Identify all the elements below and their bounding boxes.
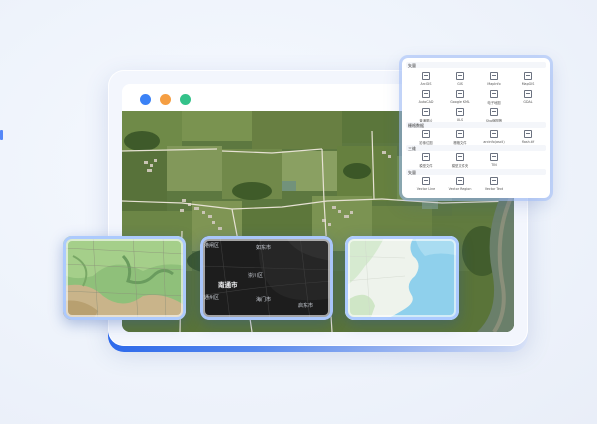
window-dot-blue[interactable] — [140, 94, 151, 105]
format-item-model-folder[interactable]: 模型文件夹 — [444, 153, 476, 168]
section-title-raster: 栅格数据 — [408, 123, 424, 128]
file-icon — [524, 90, 532, 98]
file-icon — [490, 153, 498, 161]
file-icon — [456, 72, 464, 80]
map-label: 启东市 — [298, 303, 314, 309]
folder-icon — [456, 177, 464, 185]
data-format-panel: 矢量 ArcGIS GIS MapInfo MapGIS AutoCAD Goo… — [402, 58, 550, 198]
section-title-vector-2: 矢量 — [408, 170, 416, 175]
format-item-mapinfo[interactable]: MapInfo — [478, 72, 510, 86]
file-icon — [456, 130, 464, 138]
section-band — [406, 122, 546, 128]
map-label: 如东市 — [256, 245, 272, 251]
file-icon — [422, 130, 430, 138]
format-item-gdal[interactable]: GDAL — [512, 90, 544, 104]
file-icon — [490, 130, 498, 138]
format-item-tin[interactable]: TIN — [478, 153, 510, 167]
section-band — [406, 62, 546, 68]
section-band — [406, 145, 546, 151]
format-item-bitmap[interactable]: 影像位图 — [410, 130, 442, 145]
file-icon — [456, 108, 464, 116]
map-label: 港闸区 — [204, 243, 220, 249]
file-icon — [422, 153, 430, 161]
format-item-arcgis[interactable]: ArcGIS — [410, 72, 442, 86]
window-dot-orange[interactable] — [160, 94, 171, 105]
folder-icon — [456, 153, 464, 161]
edge-accent-mark — [0, 130, 3, 140]
file-icon — [490, 72, 498, 80]
format-item-gis[interactable]: GIS — [444, 72, 476, 86]
format-item-tif[interactable]: flash.tif — [512, 130, 544, 144]
map-label: 海门市 — [256, 297, 272, 303]
file-icon — [456, 90, 464, 98]
dark-map-thumbnail[interactable]: 如东市 南通市 崇川区 港闸区 通州区 海门市 启东市 — [200, 236, 333, 320]
file-icon — [422, 108, 430, 116]
window-dot-green[interactable] — [180, 94, 191, 105]
file-icon — [524, 130, 532, 138]
section-title-3d: 三维 — [408, 146, 416, 151]
section-band — [406, 169, 546, 175]
format-item-image[interactable]: 普通图片 — [410, 108, 442, 123]
folder-icon — [422, 177, 430, 185]
format-item-arcinfo[interactable]: arcinfo(ascii) — [478, 130, 510, 144]
format-item-xls[interactable]: XLS — [444, 108, 476, 122]
file-icon — [490, 90, 498, 98]
format-item-emap[interactable]: 电子地图 — [478, 90, 510, 105]
file-icon — [490, 108, 498, 116]
window-controls — [140, 94, 191, 105]
format-item-shp[interactable]: Shp缩图等 — [478, 108, 510, 123]
map-label-city: 南通市 — [218, 281, 238, 289]
format-item-vector-region[interactable]: Vector Region — [444, 177, 476, 191]
coastal-map-thumbnail[interactable] — [345, 236, 459, 320]
format-item-vector-text[interactable]: Vector Text — [478, 177, 510, 191]
folder-icon — [490, 177, 498, 185]
file-icon — [524, 72, 532, 80]
format-item-mapgis[interactable]: MapGIS — [512, 72, 544, 86]
section-title-vector: 矢量 — [408, 63, 416, 68]
file-icon — [422, 90, 430, 98]
format-item-raster-file[interactable]: 栅格文件 — [444, 130, 476, 145]
file-icon — [422, 72, 430, 80]
format-item-autocad[interactable]: AutoCAD — [410, 90, 442, 104]
format-item-model-file[interactable]: 模型文件 — [410, 153, 442, 168]
format-item-vector-line[interactable]: Vector Line — [410, 177, 442, 191]
map-label: 崇川区 — [248, 273, 264, 279]
format-item-kml[interactable]: Google KML — [444, 90, 476, 104]
terrain-map-thumbnail[interactable] — [63, 236, 186, 320]
map-label: 通州区 — [204, 295, 220, 301]
